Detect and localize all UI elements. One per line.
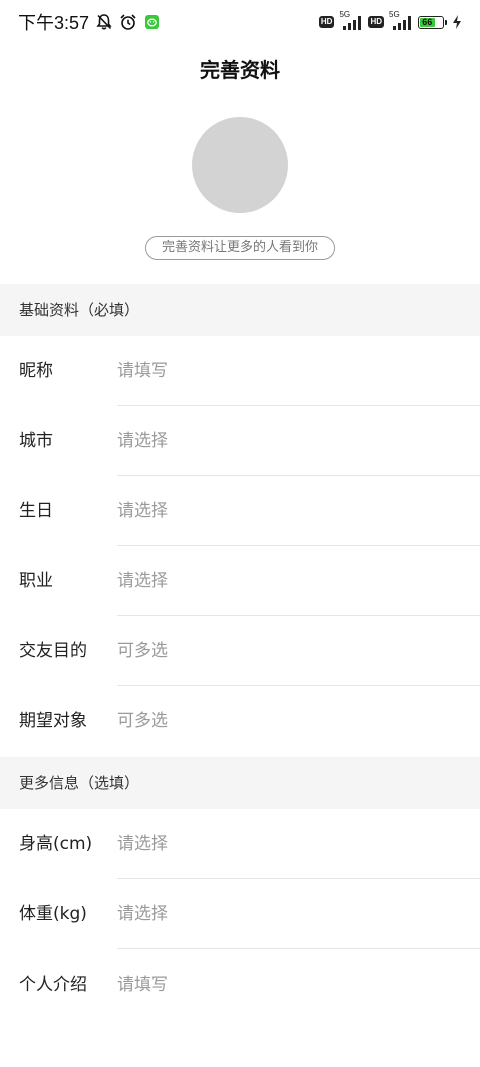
page-title: 完善资料 [200, 58, 280, 82]
row-label: 昵称 [19, 361, 53, 381]
row-label: 职业 [19, 571, 53, 591]
status-bar-left: 下午3:57 [18, 9, 161, 35]
row-nickname[interactable]: 昵称 请填写 [0, 336, 480, 406]
mute-bell-icon [95, 13, 113, 31]
signal-icon: 5G [339, 10, 363, 30]
dating-purpose-select[interactable]: 可多选 [117, 616, 168, 686]
status-bar-right: HD 5G HD 5G 66 [318, 10, 462, 31]
wechat-notification-icon [143, 13, 161, 31]
section-header-basic: 基础资料（必填） [0, 284, 480, 336]
row-weight[interactable]: 体重(kg) 请选择 [0, 879, 480, 949]
occupation-select[interactable]: 请选择 [117, 546, 168, 616]
row-expected-partner[interactable]: 期望对象 可多选 [0, 686, 480, 756]
row-label: 体重(kg) [19, 904, 87, 924]
row-occupation[interactable]: 职业 请选择 [0, 546, 480, 616]
row-dating-purpose[interactable]: 交友目的 可多选 [0, 616, 480, 686]
row-label: 期望对象 [19, 711, 87, 731]
expected-partner-select[interactable]: 可多选 [117, 686, 168, 756]
row-label: 城市 [19, 431, 53, 451]
weight-select[interactable]: 请选择 [117, 879, 168, 949]
row-label: 个人介绍 [19, 975, 87, 995]
bio-input[interactable]: 请填写 [117, 950, 168, 1020]
nickname-input[interactable]: 请填写 [117, 336, 168, 406]
row-label: 身高(cm) [19, 834, 93, 854]
avatar-upload[interactable] [192, 117, 288, 213]
row-label: 交友目的 [19, 641, 87, 661]
alarm-icon [119, 13, 137, 31]
birthday-select[interactable]: 请选择 [117, 476, 168, 546]
charging-icon [452, 13, 462, 31]
hd-badge: HD [368, 16, 384, 28]
battery-level: 66 [420, 17, 435, 27]
status-time: 下午3:57 [18, 13, 90, 33]
battery-icon: 66 [418, 15, 447, 29]
height-select[interactable]: 请选择 [117, 809, 168, 879]
avatar-hint: 完善资料让更多的人看到你 [145, 236, 335, 260]
row-height[interactable]: 身高(cm) 请选择 [0, 809, 480, 879]
status-bar: 下午3:57 HD 5G HD 5G 66 [0, 0, 480, 44]
hd-badge: HD [318, 16, 335, 28]
row-bio[interactable]: 个人介绍 请填写 [0, 950, 480, 1020]
row-birthday[interactable]: 生日 请选择 [0, 476, 480, 546]
divider [117, 948, 480, 949]
signal-icon: 5G [389, 10, 413, 30]
row-label: 生日 [19, 501, 53, 521]
city-select[interactable]: 请选择 [117, 406, 168, 476]
section-header-more: 更多信息（选填） [0, 757, 480, 809]
row-city[interactable]: 城市 请选择 [0, 406, 480, 476]
